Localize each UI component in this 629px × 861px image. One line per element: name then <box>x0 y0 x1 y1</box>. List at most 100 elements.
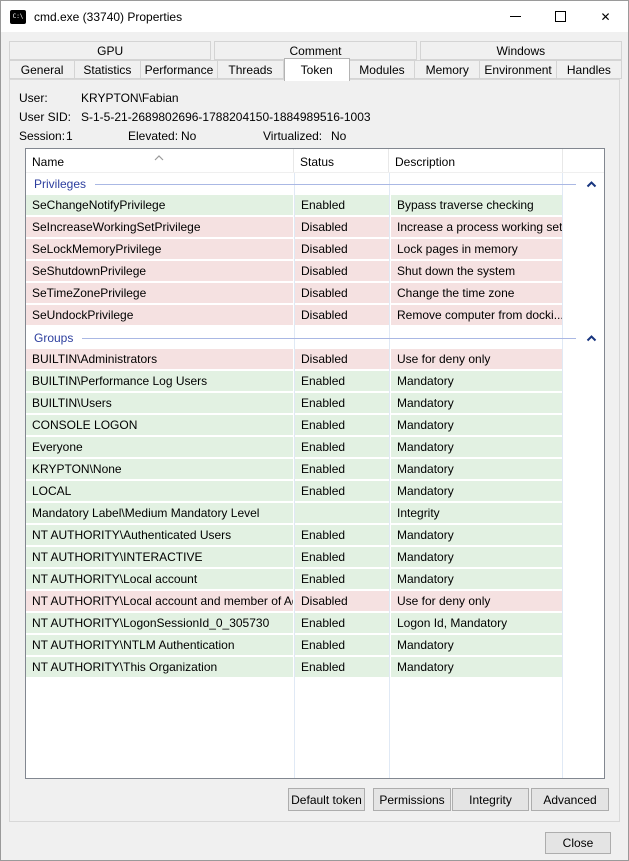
cell-name: SeLockMemoryPrivilege <box>26 239 293 259</box>
user-sid-label: User SID: <box>19 110 71 124</box>
table-row[interactable]: NT AUTHORITY\This Organization Enabled M… <box>26 657 604 679</box>
title-bar[interactable]: C:\ cmd.exe (33740) Properties ✕ <box>1 1 628 32</box>
cell-description: Mandatory <box>391 393 562 413</box>
cell-description: Integrity <box>391 503 562 523</box>
minimize-icon <box>510 16 521 17</box>
cell-name: NT AUTHORITY\This Organization <box>26 657 293 677</box>
cell-name: NT AUTHORITY\NTLM Authentication <box>26 635 293 655</box>
session-label: Session: <box>19 129 65 143</box>
cell-status: Disabled <box>295 261 389 281</box>
group-name: Groups <box>34 331 73 345</box>
cell-status: Disabled <box>295 217 389 237</box>
cell-description: Mandatory <box>391 569 562 589</box>
table-row[interactable]: SeChangeNotifyPrivilege Enabled Bypass t… <box>26 195 604 217</box>
collapse-group-icon[interactable] <box>586 335 597 342</box>
cell-status: Disabled <box>295 305 389 325</box>
table-row[interactable]: BUILTIN\Users Enabled Mandatory <box>26 393 604 415</box>
group-name: Privileges <box>34 177 86 191</box>
cell-description: Mandatory <box>391 525 562 545</box>
cell-status: Enabled <box>295 525 389 545</box>
group-header-privileges[interactable]: Privileges <box>26 173 604 195</box>
cell-description: Mandatory <box>391 657 562 677</box>
tab-memory[interactable]: Memory <box>415 60 480 79</box>
advanced-button[interactable]: Advanced <box>531 788 609 811</box>
table-row[interactable]: CONSOLE LOGON Enabled Mandatory <box>26 415 604 437</box>
cell-name: BUILTIN\Performance Log Users <box>26 371 293 391</box>
cell-description: Lock pages in memory <box>391 239 562 259</box>
table-row[interactable]: SeUndockPrivilege Disabled Remove comput… <box>26 305 604 327</box>
table-row[interactable]: SeShutdownPrivilege Disabled Shut down t… <box>26 261 604 283</box>
table-row[interactable]: LOCAL Enabled Mandatory <box>26 481 604 503</box>
table-row[interactable]: NT AUTHORITY\LogonSessionId_0_305730 Ena… <box>26 613 604 635</box>
elevated-label: Elevated: <box>128 129 178 143</box>
table-row[interactable]: KRYPTON\None Enabled Mandatory <box>26 459 604 481</box>
cell-name: SeTimeZonePrivilege <box>26 283 293 303</box>
table-row[interactable]: NT AUTHORITY\Local account and member of… <box>26 591 604 613</box>
close-button-caption[interactable]: ✕ <box>583 1 628 32</box>
cell-name: SeShutdownPrivilege <box>26 261 293 281</box>
elevated-value: No <box>181 129 196 143</box>
token-table-body: Privileges SeChangeNotifyPrivilege Enabl… <box>26 173 604 679</box>
table-row[interactable]: NT AUTHORITY\NTLM Authentication Enabled… <box>26 635 604 657</box>
table-row[interactable]: Mandatory Label\Medium Mandatory Level I… <box>26 503 604 525</box>
cell-description: Remove computer from docki... <box>391 305 562 325</box>
column-header-status[interactable]: Status <box>294 149 389 172</box>
group-rule <box>95 184 576 185</box>
permissions-button[interactable]: Permissions <box>373 788 451 811</box>
close-button[interactable]: Close <box>545 832 611 854</box>
cell-description: Shut down the system <box>391 261 562 281</box>
cell-status: Enabled <box>295 393 389 413</box>
group-header-groups[interactable]: Groups <box>26 327 604 349</box>
tab-general[interactable]: General <box>9 60 75 79</box>
cell-description: Use for deny only <box>391 349 562 369</box>
tab-statistics[interactable]: Statistics <box>75 60 140 79</box>
minimize-button[interactable] <box>493 1 538 32</box>
cell-status: Enabled <box>295 481 389 501</box>
cell-status <box>295 503 389 523</box>
group-rule <box>82 338 576 339</box>
cell-name: KRYPTON\None <box>26 459 293 479</box>
cell-name: NT AUTHORITY\LogonSessionId_0_305730 <box>26 613 293 633</box>
list-header: Name Status Description <box>26 149 604 173</box>
user-label: User: <box>19 91 48 105</box>
cell-description: Mandatory <box>391 437 562 457</box>
table-row[interactable]: Everyone Enabled Mandatory <box>26 437 604 459</box>
column-header-description[interactable]: Description <box>389 149 563 172</box>
cell-description: Mandatory <box>391 371 562 391</box>
token-list: Name Status Description Privileges SeCha… <box>25 148 605 779</box>
tab-token[interactable]: Token <box>284 58 350 81</box>
table-row[interactable]: BUILTIN\Performance Log Users Enabled Ma… <box>26 371 604 393</box>
table-row[interactable]: SeLockMemoryPrivilege Disabled Lock page… <box>26 239 604 261</box>
cell-description: Logon Id, Mandatory <box>391 613 562 633</box>
table-row[interactable]: NT AUTHORITY\Authenticated Users Enabled… <box>26 525 604 547</box>
tab-threads[interactable]: Threads <box>218 60 283 79</box>
integrity-button[interactable]: Integrity <box>452 788 529 811</box>
cell-description: Use for deny only <box>391 591 562 611</box>
maximize-button[interactable] <box>538 1 583 32</box>
table-row[interactable]: BUILTIN\Administrators Disabled Use for … <box>26 349 604 371</box>
cell-name: NT AUTHORITY\Authenticated Users <box>26 525 293 545</box>
cell-name: SeIncreaseWorkingSetPrivilege <box>26 217 293 237</box>
cell-status: Enabled <box>295 437 389 457</box>
cell-name: SeUndockPrivilege <box>26 305 293 325</box>
tab-windows[interactable]: Windows <box>420 41 622 60</box>
tab-gpu[interactable]: GPU <box>9 41 211 60</box>
tab-modules[interactable]: Modules <box>350 60 415 79</box>
table-row[interactable]: NT AUTHORITY\INTERACTIVE Enabled Mandato… <box>26 547 604 569</box>
cell-description: Increase a process working set <box>391 217 562 237</box>
virtualized-value: No <box>331 129 346 143</box>
table-row[interactable]: NT AUTHORITY\Local account Enabled Manda… <box>26 569 604 591</box>
tab-handles[interactable]: Handles <box>557 60 622 79</box>
cell-description: Bypass traverse checking <box>391 195 562 215</box>
cell-description: Mandatory <box>391 635 562 655</box>
cell-name: BUILTIN\Administrators <box>26 349 293 369</box>
tab-strip-bottom: GeneralStatisticsPerformanceThreadsToken… <box>9 60 622 79</box>
cell-status: Enabled <box>295 371 389 391</box>
table-row[interactable]: SeIncreaseWorkingSetPrivilege Disabled I… <box>26 217 604 239</box>
collapse-group-icon[interactable] <box>586 181 597 188</box>
tab-performance[interactable]: Performance <box>141 60 219 79</box>
user-sid-value: S-1-5-21-2689802696-1788204150-188498951… <box>81 110 371 124</box>
default-token-button[interactable]: Default token <box>288 788 365 811</box>
table-row[interactable]: SeTimeZonePrivilege Disabled Change the … <box>26 283 604 305</box>
tab-environment[interactable]: Environment <box>480 60 556 79</box>
